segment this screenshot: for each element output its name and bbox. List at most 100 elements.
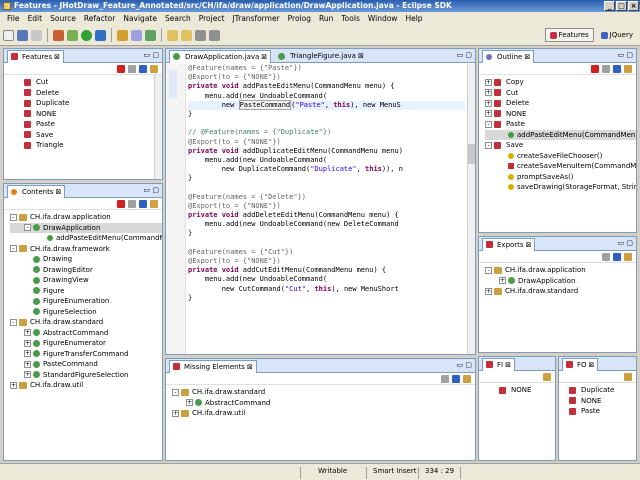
expand-toggle-icon[interactable]: - <box>24 224 31 232</box>
feature-item[interactable]: Duplicate <box>569 385 636 396</box>
tree-item[interactable]: + AbstractCommand <box>172 398 475 409</box>
filter-icon[interactable] <box>543 372 551 381</box>
expand-toggle-icon[interactable]: + <box>186 399 193 407</box>
tab-missing-elements[interactable]: Missing Elements ⊠ <box>169 359 257 373</box>
close-icon[interactable]: ⊠ <box>56 186 62 198</box>
debug-icon[interactable] <box>67 29 78 41</box>
minimize-maximize-icon[interactable]: ▭ ▢ <box>618 239 633 247</box>
filter-icon[interactable] <box>463 374 471 383</box>
menu-source[interactable]: Source <box>46 14 80 23</box>
tab-fi[interactable]: FI ⊠ <box>482 357 515 371</box>
tree-item[interactable]: + DrawApplication <box>485 276 636 287</box>
minimize-maximize-icon[interactable]: ▭ ▢ <box>457 51 472 59</box>
tab-fo[interactable]: FO ⊠ <box>562 357 599 371</box>
feature-item[interactable]: Duplicate <box>24 98 162 109</box>
maximize-button[interactable]: □ <box>616 1 627 11</box>
tree-item[interactable]: + PasteCommand <box>10 359 162 370</box>
tree-item[interactable]: + CH.ifa.draw.util <box>172 408 475 419</box>
filter-icon[interactable] <box>150 64 158 73</box>
tree-item[interactable]: promptSaveAs() <box>485 172 636 183</box>
filter-icon[interactable] <box>624 252 632 261</box>
tree-item[interactable]: + FigureEnumerator <box>10 338 162 349</box>
new-icon[interactable] <box>3 29 14 41</box>
help-icon[interactable] <box>613 252 621 261</box>
expand-toggle-icon[interactable]: - <box>10 318 17 326</box>
help-icon[interactable] <box>139 199 147 208</box>
feature-item[interactable]: Triangle <box>24 140 162 151</box>
tree-item[interactable]: Drawing <box>10 254 162 265</box>
remove-icon[interactable] <box>117 199 125 208</box>
help-icon[interactable] <box>613 64 621 73</box>
tree-item[interactable]: - Save <box>485 140 636 151</box>
tree-item[interactable]: createSaveMenuItem(CommandM <box>485 161 636 172</box>
back-icon[interactable] <box>195 29 206 41</box>
minimize-button[interactable]: _ <box>604 1 615 11</box>
tree-item[interactable]: + CH.ifa.draw.standard <box>485 286 636 297</box>
help-icon[interactable] <box>139 64 147 73</box>
close-icon[interactable]: ⊠ <box>505 359 511 371</box>
run-icon[interactable] <box>81 29 92 41</box>
tab-drawapplication-java[interactable]: DrawApplication.java ⊠ <box>169 49 272 63</box>
menu-project[interactable]: Project <box>195 14 229 23</box>
features-scrollbar[interactable] <box>154 75 162 179</box>
refresh-icon[interactable] <box>602 64 610 73</box>
save-icon[interactable] <box>17 29 28 41</box>
tab-contents[interactable]: Contents ⊠ <box>7 184 66 198</box>
remove-icon[interactable] <box>591 64 599 73</box>
close-window-button[interactable]: × <box>628 1 639 11</box>
feature-item[interactable]: Save <box>24 130 162 141</box>
tree-item[interactable]: + FigureTransferCommand <box>10 349 162 360</box>
tab-exports[interactable]: Exports ⊠ <box>482 237 536 251</box>
remove-icon[interactable] <box>117 64 125 73</box>
editor-scroll-thumb[interactable] <box>468 144 475 164</box>
tree-item[interactable]: + CH.ifa.draw.util <box>10 380 162 391</box>
next-annotation-icon[interactable] <box>167 29 178 41</box>
tree-item[interactable]: - CH.ifa.draw.standard <box>172 387 475 398</box>
tree-item[interactable]: + NONE <box>485 109 636 120</box>
tree-item[interactable]: - DrawApplication <box>10 222 162 233</box>
feature-item[interactable]: NONE <box>499 385 555 396</box>
forward-icon[interactable] <box>209 29 220 41</box>
expand-toggle-icon[interactable]: - <box>485 141 492 149</box>
tree-item[interactable]: addPasteEditMenu(CommandMen <box>485 129 636 140</box>
expand-toggle-icon[interactable]: + <box>10 381 17 389</box>
tree-item[interactable]: saveDrawing(StorageFormat, Strin <box>485 182 636 193</box>
search-icon[interactable] <box>131 29 142 41</box>
tree-item[interactable]: + Delete <box>485 98 636 109</box>
menu-jtransformer[interactable]: JTransformer <box>228 14 283 23</box>
menu-tools[interactable]: Tools <box>337 14 363 23</box>
refresh-icon[interactable] <box>602 252 610 261</box>
tab-features[interactable]: Features ⊠ <box>7 49 64 63</box>
close-icon[interactable]: ⊠ <box>358 50 364 62</box>
expand-toggle-icon[interactable]: - <box>485 120 492 128</box>
open-type-icon[interactable] <box>117 29 128 41</box>
filter-icon[interactable] <box>624 64 632 73</box>
tree-item[interactable]: createSaveFileChooser() <box>485 151 636 162</box>
expand-toggle-icon[interactable]: + <box>24 371 31 379</box>
expand-toggle-icon[interactable]: + <box>485 89 492 97</box>
filter-icon[interactable] <box>150 199 158 208</box>
minimize-maximize-icon[interactable]: ▭ ▢ <box>457 361 472 369</box>
menu-navigate[interactable]: Navigate <box>119 14 161 23</box>
menu-search[interactable]: Search <box>161 14 195 23</box>
close-icon[interactable]: ⊠ <box>247 361 253 373</box>
feature-item[interactable]: Delete <box>24 88 162 99</box>
expand-toggle-icon[interactable]: - <box>10 213 17 221</box>
refresh-icon[interactable] <box>128 64 136 73</box>
expand-toggle-icon[interactable]: - <box>10 245 17 253</box>
expand-toggle-icon[interactable]: + <box>24 350 31 358</box>
expand-toggle-icon[interactable]: + <box>485 110 492 118</box>
external-tools-icon[interactable] <box>95 29 106 41</box>
expand-toggle-icon[interactable]: - <box>172 388 179 396</box>
tree-item[interactable]: + Copy <box>485 77 636 88</box>
tree-item[interactable]: - Paste <box>485 119 636 130</box>
minimize-maximize-icon[interactable]: ▭ ▢ <box>144 186 159 194</box>
perspective-features-button[interactable]: Features <box>544 28 594 42</box>
feature-item[interactable]: Cut <box>24 77 162 88</box>
expand-toggle-icon[interactable]: + <box>24 329 31 337</box>
tree-item[interactable]: DrawingEditor <box>10 265 162 276</box>
filter-icon[interactable] <box>624 372 632 381</box>
editor-scrollbar[interactable] <box>467 64 475 354</box>
tree-item[interactable]: Figure <box>10 286 162 297</box>
tree-item[interactable]: + AbstractCommand <box>10 328 162 339</box>
